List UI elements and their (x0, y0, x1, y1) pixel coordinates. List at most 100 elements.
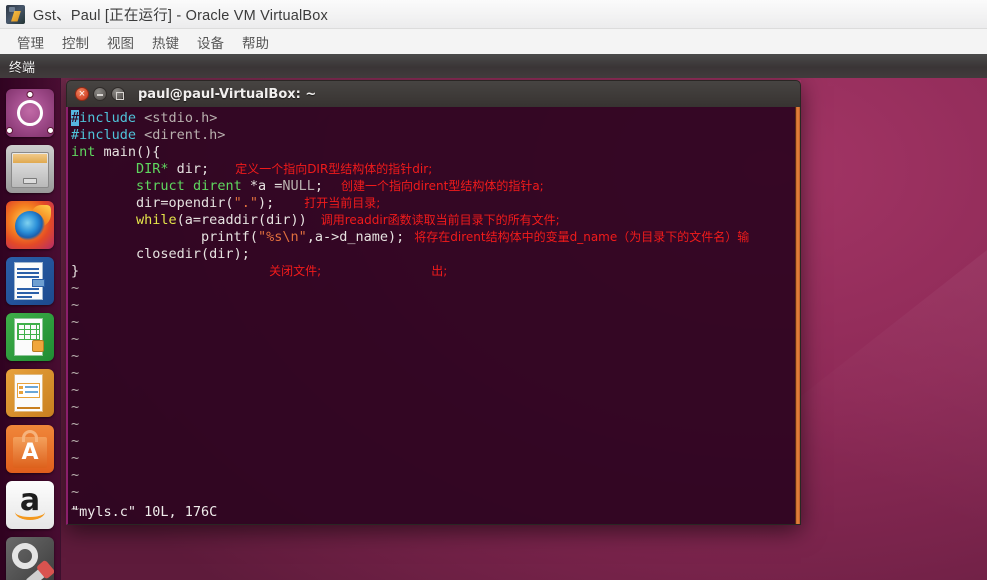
annotation-output: 出; (431, 264, 448, 278)
doc-image-icon (32, 279, 45, 287)
unity-top-panel: 终端 (0, 54, 987, 78)
doc-line (17, 272, 39, 274)
slide-bullet (19, 386, 23, 389)
vim-status-line: "myls.c" 10L, 176C (71, 504, 218, 520)
code-token-closedir: closedir(dir); (136, 246, 250, 262)
minimize-icon[interactable] (93, 87, 107, 101)
code-token-opendir: dir=opendir( (136, 195, 234, 211)
menu-item-manage[interactable]: 管理 (8, 30, 53, 54)
annotation-close-file: 关闭文件; (269, 264, 322, 278)
code-token-include: include (79, 110, 137, 126)
vim-tilde-line: ~ (71, 416, 80, 432)
close-icon[interactable] (75, 87, 89, 101)
virtualbox-window: Gst、Paul [正在运行] - Oracle VM VirtualBox 管… (0, 0, 987, 580)
code-line-7: while(a=readdir(dir)) 调用readdir函数读取当前目录下的… (71, 212, 800, 229)
code-token-while: while (136, 212, 177, 228)
ubuntu-dot-left (6, 127, 13, 134)
code-token-d-name: ,a->d_name); (306, 229, 405, 245)
code-token-null: NULL (282, 178, 315, 194)
menu-item-control[interactable]: 控制 (53, 30, 98, 54)
code-token-printf: printf( (201, 229, 258, 245)
slide-line (25, 386, 38, 388)
maximize-icon[interactable] (111, 87, 125, 101)
code-line-2: #include <dirent.h> (71, 127, 800, 144)
doc-line (17, 268, 39, 270)
terminal-window[interactable]: paul@paul-VirtualBox: ~ #include <stdio.… (66, 80, 801, 525)
vim-tilde-line: ~ (71, 297, 80, 313)
vim-tilde-line: ~ (71, 365, 80, 381)
panel-app-title[interactable]: 终端 (9, 57, 35, 76)
spreadsheet-grid-icon (17, 323, 40, 340)
terminal-body[interactable]: #include <stdio.h> #include <dirent.h> i… (66, 107, 801, 525)
doc-line (17, 276, 39, 278)
code-token-header: <stdio.h> (136, 110, 218, 126)
amazon-smile-icon (15, 512, 45, 520)
code-line-1: #include <stdio.h> (71, 110, 800, 127)
launcher-item-ubuntu-software-center[interactable]: A (6, 425, 54, 473)
code-token-include: #include (71, 127, 137, 143)
vim-empty-lines: ~ ~ ~ ~ ~ ~ ~ ~ ~ ~ ~ ~ ~ ~ (71, 280, 800, 518)
launcher-item-amazon[interactable]: a (6, 481, 54, 529)
file-handle-icon (23, 178, 37, 184)
vim-tilde-line: ~ (71, 382, 80, 398)
firefox-globe-icon (15, 210, 45, 241)
code-line-4: DIR* dir; 定义一个指向DIR型结构体的指针dir; (71, 161, 800, 178)
code-paren-close: ); (257, 195, 275, 211)
slide-bullet (19, 391, 23, 394)
code-line-6: dir=opendir("."); 打开当前目录; (71, 195, 800, 212)
vim-tilde-line: ~ (71, 467, 80, 483)
ubuntu-dot-top (26, 91, 34, 98)
code-semicolon: ; (314, 178, 324, 194)
menu-item-hotkey[interactable]: 热键 (143, 30, 188, 54)
file-drawer-icon (13, 154, 47, 163)
terminal-scrollbar[interactable] (795, 107, 800, 524)
window-title: Gst、Paul [正在运行] - Oracle VM VirtualBox (33, 7, 328, 24)
annotation-dir-pointer: 定义一个指向DIR型结构体的指针dir; (235, 162, 433, 176)
launcher-item-firefox[interactable] (6, 201, 54, 249)
virtualbox-titlebar: Gst、Paul [正在运行] - Oracle VM VirtualBox (0, 0, 987, 29)
code-token-format-string: "%s\n" (257, 229, 307, 245)
vim-tilde-line: ~ (71, 399, 80, 415)
launcher-item-files[interactable] (6, 145, 54, 193)
launcher-item-libreoffice-calc[interactable] (6, 313, 54, 361)
terminal-title: paul@paul-VirtualBox: ~ (138, 86, 317, 102)
code-line-3: int main(){ (71, 144, 800, 161)
ubuntu-logo-icon (17, 100, 43, 126)
vim-tilde-line: ~ (71, 450, 80, 466)
guest-screen: 终端 A a × paul@paul-VirtualBox: ~ #includ… (0, 54, 987, 580)
slide-line (25, 391, 38, 393)
code-line-10: } 关闭文件; 出; (71, 263, 800, 280)
code-token-main: main(){ (95, 144, 161, 160)
code-token-dir-var: dir; (168, 161, 210, 177)
menu-item-devices[interactable]: 设备 (188, 30, 233, 54)
launcher-item-libreoffice-writer[interactable] (6, 257, 54, 305)
launcher-item-ubuntu-dash[interactable] (6, 89, 54, 137)
virtualbox-icon (6, 4, 25, 24)
code-line-9: closedir(dir); (71, 246, 800, 263)
virtualbox-menubar: 管理 控制 视图 热键 设备 帮助 (0, 29, 987, 54)
menu-item-help[interactable]: 帮助 (233, 30, 278, 54)
annotation-dirent-pointer: 创建一个指向dirent型结构体的指针a; (341, 179, 544, 193)
code-token-dirent: dirent (184, 178, 242, 194)
terminal-titlebar[interactable]: paul@paul-VirtualBox: ~ (66, 80, 801, 107)
vim-cursor: # (71, 110, 80, 126)
launcher-item-libreoffice-impress[interactable] (6, 369, 54, 417)
menu-item-view[interactable]: 视图 (98, 30, 143, 54)
vim-tilde-line: ~ (71, 314, 80, 330)
software-center-a-glyph: A (21, 440, 39, 465)
code-token-dot-string: "." (233, 195, 258, 211)
ubuntu-dot-right (47, 127, 54, 134)
code-token-struct: struct (136, 178, 185, 194)
annotation-open-dir: 打开当前目录; (304, 196, 381, 210)
spreadsheet-chart-icon (32, 340, 44, 352)
code-token-brace-close: } (71, 263, 80, 279)
doc-line (17, 292, 39, 294)
vim-tilde-line: ~ (71, 348, 80, 364)
vim-tilde-line: ~ (71, 280, 80, 296)
launcher-item-system-settings[interactable] (6, 537, 54, 580)
